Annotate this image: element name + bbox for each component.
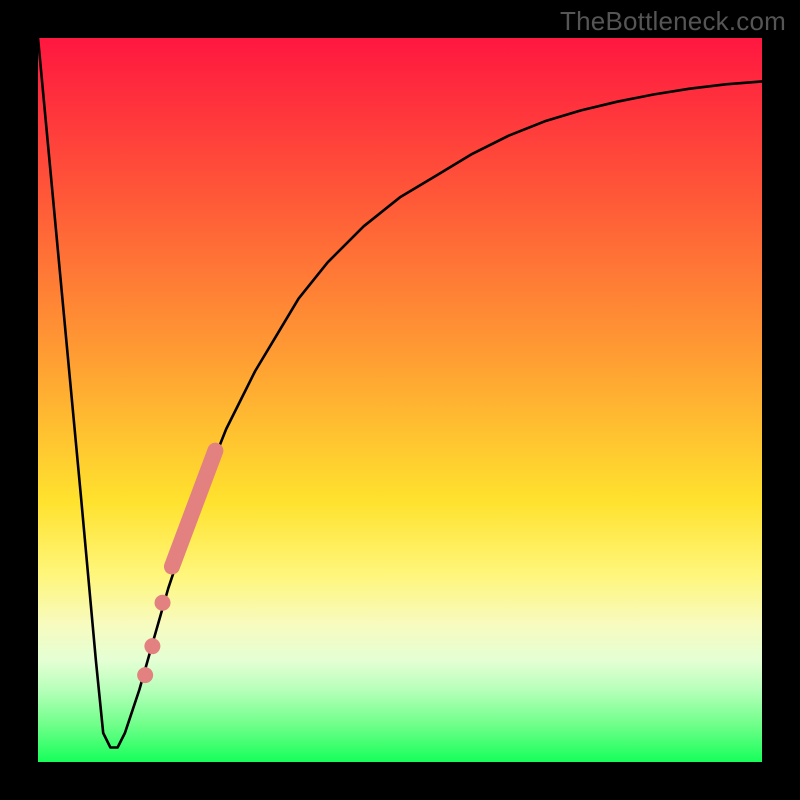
curve-layer	[38, 38, 762, 762]
chart-frame: TheBottleneck.com	[0, 0, 800, 800]
plot-area	[38, 38, 762, 762]
segment-highlight	[172, 451, 215, 567]
watermark-text: TheBottleneck.com	[560, 6, 786, 37]
dot-1	[155, 595, 171, 611]
dot-3	[137, 667, 153, 683]
curve-markers	[137, 451, 215, 683]
dot-2	[144, 638, 160, 654]
